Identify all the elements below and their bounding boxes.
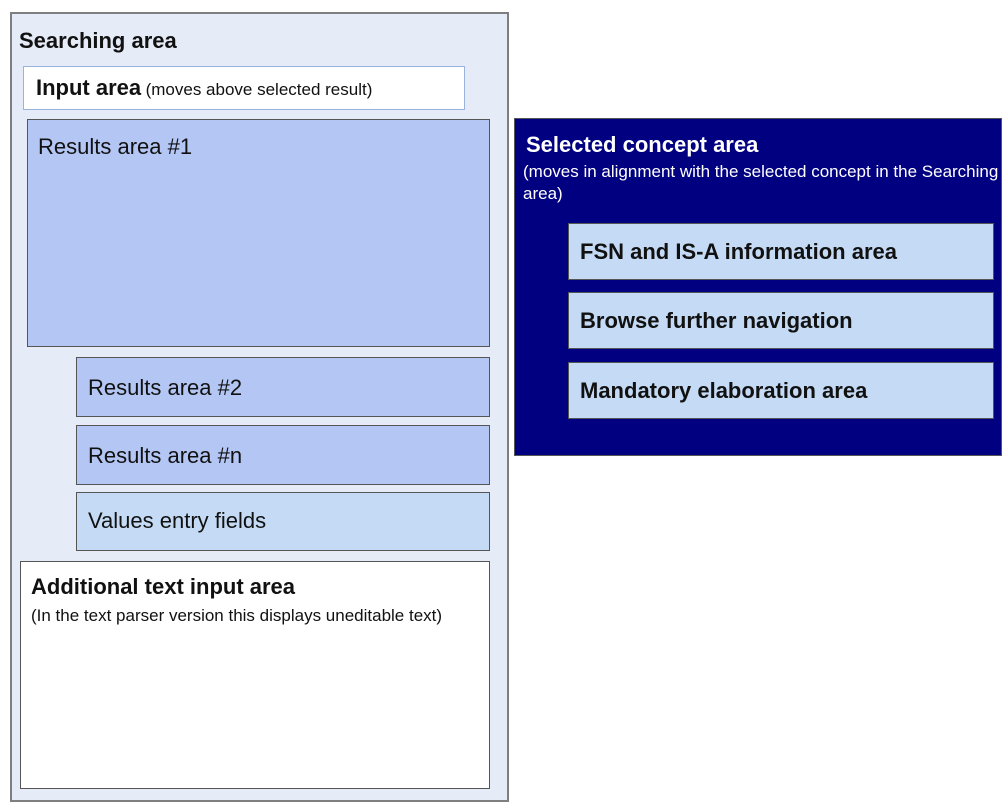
searching-area-title: Searching area	[19, 28, 177, 53]
input-area-note: (moves above selected result)	[145, 80, 373, 99]
results-area-n-label: Results area #n	[88, 443, 243, 468]
results-area-1: Results area #1	[27, 119, 490, 347]
additional-text-input-area: Additional text input area (In the text …	[20, 561, 490, 789]
results-area-2: Results area #2	[76, 357, 490, 417]
values-entry-fields: Values entry fields	[76, 492, 490, 551]
browse-further-navigation-label: Browse further navigation	[580, 308, 853, 333]
fsn-is-a-information-label: FSN and IS-A information area	[580, 239, 898, 264]
browse-further-navigation: Browse further navigation	[568, 292, 994, 349]
results-area-1-label: Results area #1	[38, 134, 193, 159]
additional-text-note: (In the text parser version this display…	[31, 606, 443, 625]
input-area-text: Input area (moves above selected result)	[36, 75, 372, 101]
values-entry-fields-label: Values entry fields	[88, 508, 267, 533]
selected-concept-note: (moves in alignment with the selected co…	[523, 162, 999, 203]
mandatory-elaboration-area: Mandatory elaboration area	[568, 362, 994, 419]
results-area-n: Results area #n	[76, 425, 490, 485]
additional-text-title: Additional text input area	[31, 574, 296, 599]
selected-concept-title: Selected concept area	[526, 132, 759, 157]
input-area: Input area (moves above selected result)	[23, 66, 465, 110]
input-area-label: Input area	[36, 75, 142, 100]
mandatory-elaboration-label: Mandatory elaboration area	[580, 378, 868, 403]
fsn-is-a-information-area: FSN and IS-A information area	[568, 223, 994, 280]
results-area-2-label: Results area #2	[88, 375, 243, 400]
